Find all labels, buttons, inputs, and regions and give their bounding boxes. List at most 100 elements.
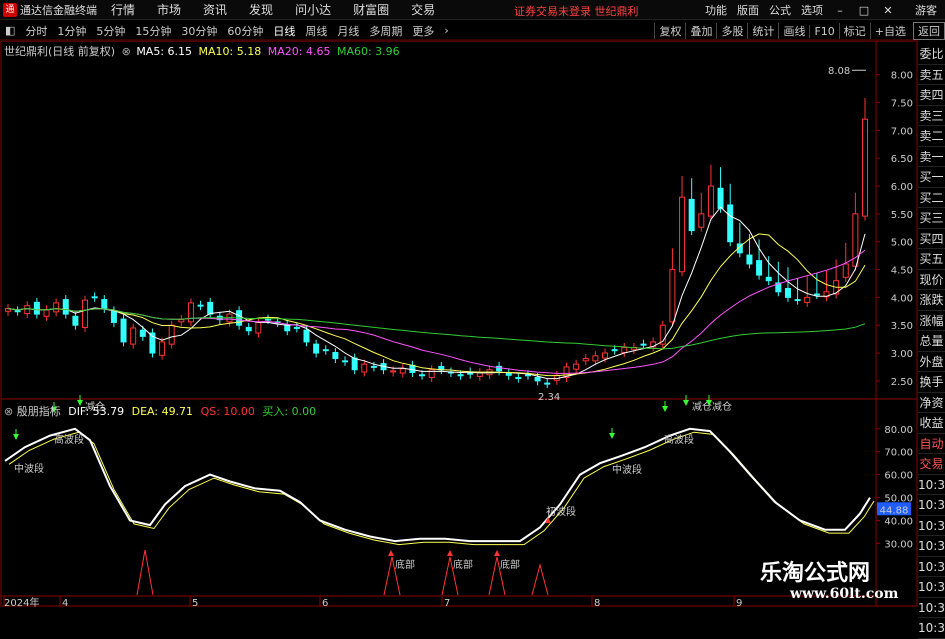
candle-body <box>53 302 60 313</box>
indicator-qs: QS: 10.00 <box>200 405 255 418</box>
chart-canvas[interactable]: 8.00 7.50 7.00 6.50 6.00 5.50 5.00 4.50 4.00 3.50… <box>0 0 918 609</box>
price-tick-label: 6.00 <box>891 182 913 193</box>
ma20-label: MA20: 4.65 <box>267 45 331 58</box>
mid-wave-label: 中波段 <box>612 463 642 476</box>
ma5-label: MA5: 6.15 <box>136 45 193 58</box>
sidebar-item[interactable]: 买二 <box>918 188 945 208</box>
candle-body <box>62 299 69 315</box>
candle-body <box>313 343 320 354</box>
settings-gear-icon[interactable]: ⊗ <box>122 45 131 58</box>
date-label: 7 <box>444 598 450 609</box>
guest-label[interactable]: 游客 <box>915 2 937 18</box>
candle-body <box>544 382 551 385</box>
watermark-title: 乐淘公式网 <box>760 560 871 586</box>
sidebar-item[interactable]: 10:38 <box>918 557 945 577</box>
candle-body <box>746 254 753 265</box>
sell-arrow-icon <box>609 433 615 439</box>
sidebar-item[interactable]: 卖四 <box>918 85 945 106</box>
indicator-name: 殷朋指标 <box>16 405 61 418</box>
qs-spike <box>136 549 154 596</box>
date-label: 2024年 <box>4 596 39 609</box>
candle-body <box>178 319 185 323</box>
sidebar-item[interactable]: 10:38 <box>918 618 945 639</box>
high-price-label: 8.08 <box>828 66 850 77</box>
candle-body <box>727 204 734 243</box>
high-wave-label: 高波段 <box>664 433 694 446</box>
sidebar-item[interactable]: 涨幅 <box>918 311 945 331</box>
candle-body <box>351 357 358 371</box>
sidebar-item[interactable]: 现价 <box>918 270 945 290</box>
candle-body <box>794 299 801 302</box>
sidebar-item[interactable]: 净资 <box>918 393 945 413</box>
candle-body <box>207 301 214 315</box>
sidebar-item[interactable]: 10:38 <box>918 516 945 536</box>
candle-body <box>255 321 262 334</box>
candle-body <box>101 299 108 309</box>
candle-body <box>813 293 820 296</box>
sidebar-item[interactable]: 10:38 <box>918 598 945 618</box>
sidebar-item[interactable]: 总量 <box>918 331 945 352</box>
candle-body <box>409 364 416 374</box>
qs-spike <box>531 563 549 596</box>
indicator-tick-label: 30.00 <box>884 539 913 550</box>
sidebar-item[interactable]: 卖一 <box>918 147 945 167</box>
indicator-legend: ⊗ 殷朋指标 DIF: 53.79 DEA: 49.71 QS: 10.00 买… <box>4 403 316 419</box>
quote-sidebar: 委比 卖五 卖四 卖三 卖二 卖一 买一 买二 买三 买四 买五 现价 涨跌 涨幅 总量 外盘 换手 净资 收益 自动… <box>918 44 945 639</box>
sidebar-item[interactable]: 换手 <box>918 372 945 393</box>
sidebar-item[interactable]: 收益 <box>918 413 945 434</box>
candle-body <box>862 118 868 217</box>
candle-body <box>640 343 647 346</box>
sidebar-item[interactable]: 自动 <box>918 434 945 454</box>
price-tick-label: 3.50 <box>891 321 913 332</box>
indicator-tick-label: 70.00 <box>884 448 913 459</box>
candle-body <box>342 360 349 363</box>
candle-body <box>707 185 714 217</box>
sidebar-item[interactable]: 委比 <box>918 44 945 65</box>
sell-arrow-icon <box>662 406 668 412</box>
date-label: 8 <box>594 598 600 609</box>
reduce-label: 减仓 <box>712 400 732 413</box>
candle-body <box>582 358 589 362</box>
candle-body <box>621 346 628 353</box>
indicator-tick-label: 40.00 <box>884 516 913 527</box>
sidebar-item[interactable]: 10:38 <box>918 495 945 516</box>
sidebar-item[interactable]: 买四 <box>918 229 945 249</box>
candle-body <box>765 276 772 282</box>
price-tick-label: 5.00 <box>891 238 913 249</box>
price-tick-label: 4.00 <box>891 293 913 304</box>
candle-body <box>159 341 166 356</box>
candle-body <box>110 310 117 323</box>
candle-body <box>688 198 695 232</box>
indicator-settings-icon[interactable]: ⊗ <box>4 405 13 418</box>
indicator-dif: DIF: 53.79 <box>68 405 125 418</box>
ma60-label: MA60: 3.96 <box>336 45 400 58</box>
sell-arrow-icon <box>13 434 19 440</box>
candle-body <box>679 196 686 273</box>
ma10-label: MA10: 5.18 <box>198 45 262 58</box>
ma20-line <box>7 249 866 374</box>
sidebar-item[interactable]: 买五 <box>918 249 945 270</box>
sidebar-item[interactable]: 卖五 <box>918 65 945 85</box>
sidebar-item[interactable]: 涨跌 <box>918 290 945 311</box>
sidebar-item[interactable]: 10:38 <box>918 536 945 557</box>
sidebar-item[interactable]: 卖三 <box>918 106 945 126</box>
candle-body <box>784 287 791 298</box>
candle-body <box>515 377 522 380</box>
sidebar-item[interactable]: 外盘 <box>918 352 945 372</box>
watermark-url: www.60lt.com <box>790 586 899 602</box>
sidebar-item[interactable]: 10:38 <box>918 475 945 495</box>
candle-body <box>14 310 21 313</box>
indicator-tick-label: 80.00 <box>884 425 913 436</box>
price-tick-label: 8.00 <box>891 71 913 82</box>
candle-body <box>43 309 50 317</box>
sidebar-item[interactable]: 买一 <box>918 167 945 188</box>
sidebar-item[interactable]: 交易 <box>918 454 945 475</box>
candle-body <box>24 305 31 315</box>
sidebar-item[interactable]: 10:38 <box>918 577 945 598</box>
sidebar-item[interactable]: 卖二 <box>918 126 945 147</box>
candle-body <box>370 365 377 368</box>
candle-body <box>197 304 204 307</box>
sidebar-item[interactable]: 买三 <box>918 208 945 229</box>
price-tick-label: 2.50 <box>891 377 913 388</box>
candle-body <box>717 187 724 209</box>
